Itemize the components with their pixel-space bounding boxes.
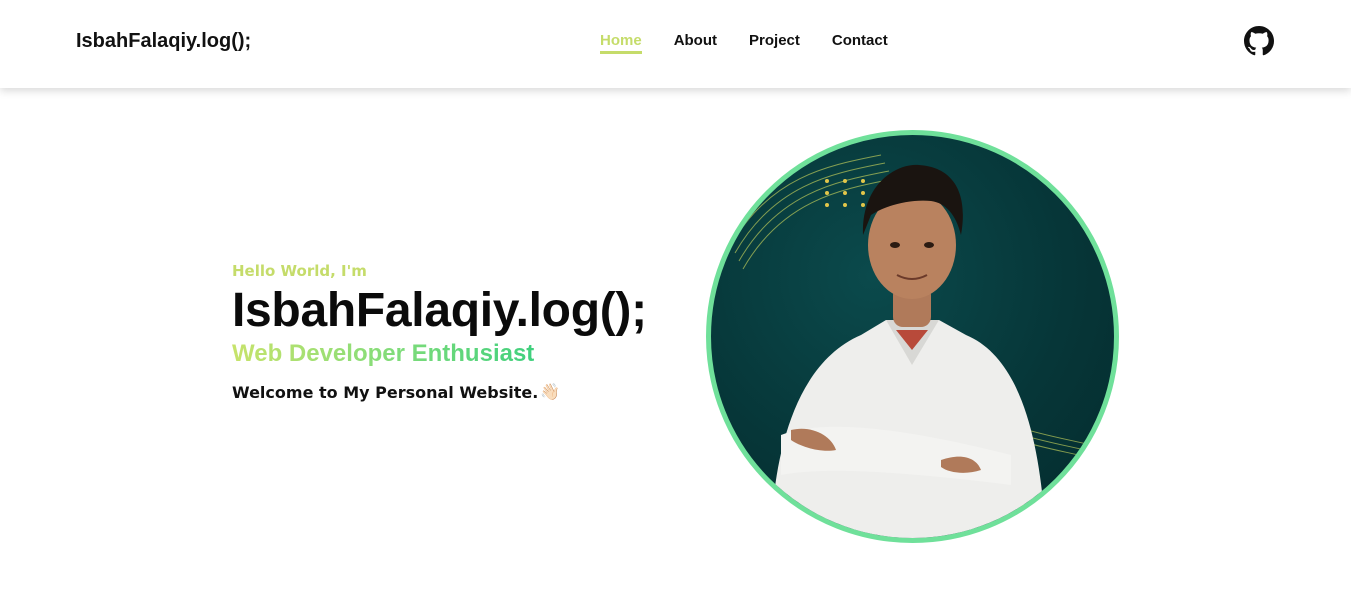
nav-links: Home About Project Contact — [600, 32, 888, 54]
hero-text: Hello World, I'm IsbahFalaqiy.log(); Web… — [232, 262, 647, 402]
welcome-text: Welcome to My Personal Website. — [232, 382, 539, 402]
nav-item-about: About — [674, 32, 717, 54]
nav-item-home: Home — [600, 32, 642, 54]
navbar: IsbahFalaqiy.log(); Home About Project C… — [0, 0, 1351, 88]
greeting-text: Hello World, I'm — [232, 262, 367, 280]
profile-photo — [706, 130, 1119, 543]
hero-title: IsbahFalaqiy.log(); — [232, 284, 647, 337]
github-icon[interactable] — [1244, 26, 1274, 56]
nav-link-contact[interactable]: Contact — [832, 32, 888, 51]
nav-link-project[interactable]: Project — [749, 32, 800, 51]
nav-link-home[interactable]: Home — [600, 32, 642, 54]
hero-subtitle: Web Developer Enthusiast — [232, 340, 535, 367]
brand-logo-link[interactable]: IsbahFalaqiy.log(); — [76, 30, 251, 53]
nav-link-about[interactable]: About — [674, 32, 717, 51]
nav-item-contact: Contact — [832, 32, 888, 54]
welcome-row: Welcome to My Personal Website. 👋🏻 — [232, 382, 647, 402]
wave-hand-icon: 👋🏻 — [540, 384, 561, 401]
nav-item-project: Project — [749, 32, 800, 54]
